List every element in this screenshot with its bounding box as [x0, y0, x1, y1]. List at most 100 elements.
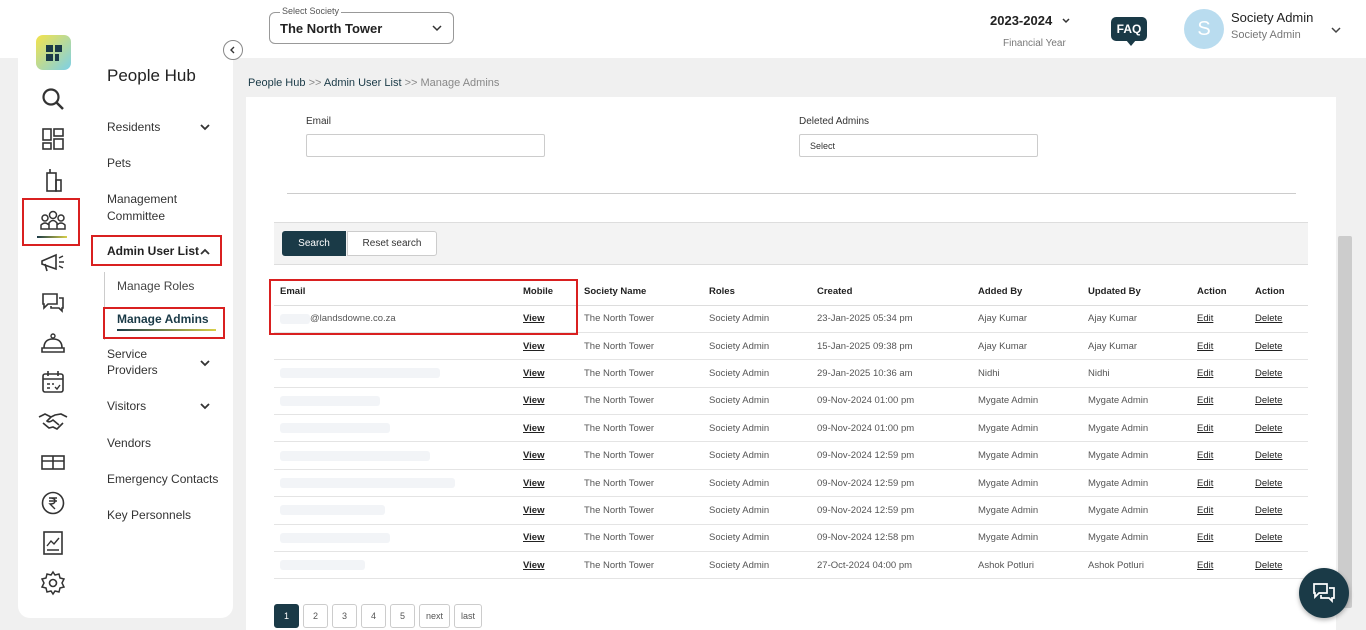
- helpdesk-icon[interactable]: [34, 325, 72, 359]
- page-button[interactable]: 1: [274, 604, 299, 628]
- email-cell: [274, 414, 517, 443]
- faq-button[interactable]: FAQ: [1111, 17, 1147, 46]
- delete-link[interactable]: Delete: [1249, 551, 1308, 580]
- sidebar-item-vendors[interactable]: Vendors: [107, 435, 151, 452]
- mobile-view-link[interactable]: View: [517, 359, 578, 388]
- mobile-view-link[interactable]: View: [517, 441, 578, 470]
- chat-icon[interactable]: [34, 285, 72, 319]
- report-icon[interactable]: [34, 526, 72, 560]
- delete-link[interactable]: Delete: [1249, 305, 1308, 333]
- column-header-society-name: Society Name: [578, 278, 703, 306]
- dashboard-icon[interactable]: [34, 122, 72, 156]
- user-info[interactable]: Society Admin Society Admin: [1231, 10, 1313, 41]
- delete-link[interactable]: Delete: [1249, 332, 1308, 361]
- sidebar-item-visitors[interactable]: Visitors: [107, 398, 146, 415]
- edit-link[interactable]: Edit: [1191, 524, 1249, 553]
- chevron-down-icon[interactable]: [199, 400, 211, 412]
- chevron-up-icon[interactable]: [199, 246, 211, 258]
- page-button[interactable]: last: [454, 604, 483, 628]
- created-cell: 09-Nov-2024 01:00 pm: [811, 387, 972, 416]
- role-cell: Society Admin: [703, 414, 811, 443]
- mobile-view-link[interactable]: View: [517, 387, 578, 416]
- email-cell: [274, 524, 517, 553]
- page-button[interactable]: 5: [390, 604, 415, 628]
- email-cell: [274, 359, 517, 388]
- calendar-icon[interactable]: [34, 365, 72, 399]
- search-button[interactable]: Search: [282, 231, 346, 256]
- role-cell: Society Admin: [703, 441, 811, 470]
- edit-link[interactable]: Edit: [1191, 441, 1249, 470]
- avatar[interactable]: S: [1184, 9, 1224, 49]
- mobile-view-link[interactable]: View: [517, 332, 578, 361]
- edit-link[interactable]: Edit: [1191, 469, 1249, 498]
- building-icon[interactable]: [34, 163, 72, 197]
- search-icon[interactable]: [34, 82, 72, 116]
- sidebar-item-pets[interactable]: Pets: [107, 155, 131, 172]
- role-cell: Society Admin: [703, 496, 811, 525]
- updated-by-cell: Mygate Admin: [1082, 496, 1191, 525]
- edit-link[interactable]: Edit: [1191, 414, 1249, 443]
- delete-link[interactable]: Delete: [1249, 496, 1308, 525]
- column-header-added-by: Added By: [972, 278, 1082, 306]
- mobile-view-link[interactable]: View: [517, 551, 578, 580]
- sidebar-item-service-providers[interactable]: Service Providers: [107, 346, 167, 378]
- created-cell: 09-Nov-2024 12:59 pm: [811, 469, 972, 498]
- edit-link[interactable]: Edit: [1191, 332, 1249, 361]
- society-name-cell: The North Tower: [578, 359, 703, 388]
- page-button[interactable]: next: [419, 604, 451, 628]
- role-cell: Society Admin: [703, 359, 811, 388]
- page-button[interactable]: 4: [361, 604, 386, 628]
- sidebar-item-manage-roles[interactable]: Manage Roles: [117, 279, 194, 293]
- app-logo-icon[interactable]: [36, 35, 71, 70]
- handshake-icon[interactable]: [34, 404, 72, 438]
- sidebar-item-admin-user-list[interactable]: Admin User List: [107, 243, 199, 260]
- edit-link[interactable]: Edit: [1191, 496, 1249, 525]
- chevron-down-icon[interactable]: [199, 357, 211, 369]
- updated-by-cell: Mygate Admin: [1082, 469, 1191, 498]
- sidebar-item-residents[interactable]: Residents: [107, 119, 160, 136]
- added-by-cell: Ajay Kumar: [972, 305, 1082, 333]
- email-cell: [274, 551, 517, 580]
- collapse-sidebar-button[interactable]: [223, 40, 243, 60]
- updated-by-cell: Nidhi: [1082, 359, 1191, 388]
- announcement-icon[interactable]: [34, 246, 72, 280]
- delete-link[interactable]: Delete: [1249, 524, 1308, 553]
- society-select[interactable]: Select Society The North Tower: [269, 6, 454, 44]
- mobile-view-link[interactable]: View: [517, 469, 578, 498]
- chevron-down-icon[interactable]: [199, 121, 211, 133]
- active-submenu-underline: [117, 329, 216, 331]
- mobile-view-link[interactable]: View: [517, 496, 578, 525]
- scrollbar[interactable]: [1338, 236, 1352, 608]
- edit-link[interactable]: Edit: [1191, 359, 1249, 388]
- chevron-down-icon[interactable]: [1330, 24, 1342, 36]
- delete-link[interactable]: Delete: [1249, 387, 1308, 416]
- edit-link[interactable]: Edit: [1191, 551, 1249, 580]
- table-row: View The North Tower Society Admin 09-Nov-2…: [274, 469, 1308, 498]
- delete-link[interactable]: Delete: [1249, 359, 1308, 388]
- page-button[interactable]: 2: [303, 604, 328, 628]
- sidebar-item-manage-admins[interactable]: Manage Admins: [117, 312, 209, 326]
- edit-link[interactable]: Edit: [1191, 305, 1249, 333]
- delete-link[interactable]: Delete: [1249, 414, 1308, 443]
- chat-support-button[interactable]: [1299, 568, 1349, 618]
- breadcrumb-admin-user-list[interactable]: Admin User List: [324, 77, 402, 89]
- deleted-admins-select[interactable]: Select: [799, 134, 1038, 157]
- reset-search-button[interactable]: Reset search: [347, 231, 437, 256]
- email-filter-input[interactable]: [306, 134, 545, 157]
- mobile-view-link[interactable]: View: [517, 414, 578, 443]
- financial-year-selector[interactable]: 2023-2024 Financial Year: [990, 12, 1090, 49]
- sidebar-item-key-personnels[interactable]: Key Personnels: [107, 507, 191, 524]
- amenity-icon[interactable]: [34, 445, 72, 479]
- user-role: Society Admin: [1231, 29, 1301, 41]
- edit-link[interactable]: Edit: [1191, 387, 1249, 416]
- settings-icon[interactable]: [34, 566, 72, 600]
- mobile-view-link[interactable]: View: [517, 524, 578, 553]
- breadcrumb-separator: >>: [308, 77, 322, 89]
- rupee-icon[interactable]: [34, 486, 72, 520]
- sidebar-item-management-committee[interactable]: Management Committee: [107, 191, 197, 225]
- page-button[interactable]: 3: [332, 604, 357, 628]
- breadcrumb-people-hub[interactable]: People Hub: [248, 77, 306, 89]
- delete-link[interactable]: Delete: [1249, 469, 1308, 498]
- sidebar-item-emergency-contacts[interactable]: Emergency Contacts: [107, 471, 218, 488]
- delete-link[interactable]: Delete: [1249, 441, 1308, 470]
